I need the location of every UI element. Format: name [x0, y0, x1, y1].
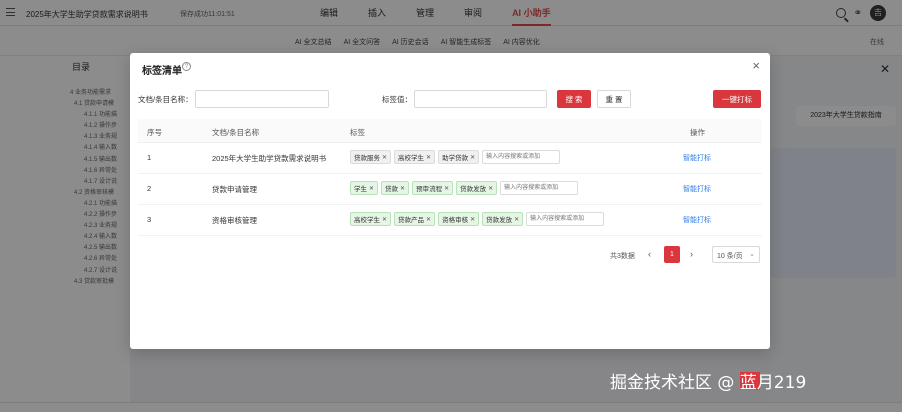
- tag-add-input[interactable]: [526, 212, 605, 226]
- smart-tag-link[interactable]: 智能打标: [683, 215, 711, 225]
- tag-list: 学生 ✕ 贷款 ✕ 预审流程 ✕ 贷款发放 ✕: [350, 181, 579, 195]
- tag-chip: 学生 ✕: [350, 181, 379, 195]
- remove-tag-icon[interactable]: ✕: [369, 185, 374, 192]
- remove-tag-icon[interactable]: ✕: [400, 185, 405, 192]
- tag-filter-input[interactable]: [414, 90, 547, 108]
- remove-tag-icon[interactable]: ✕: [514, 216, 519, 223]
- remove-tag-icon[interactable]: ✕: [382, 216, 387, 223]
- tag-chip: 高校学生 ✕: [350, 212, 392, 226]
- search-button[interactable]: 搜 索: [557, 90, 591, 108]
- tag-chip: 贷款发放 ✕: [456, 181, 498, 195]
- row-name: 2025年大学生助学贷款需求说明书: [212, 154, 327, 163]
- remove-tag-icon[interactable]: ✕: [382, 154, 387, 161]
- tag-label: 贷款发放: [486, 217, 513, 224]
- tag-chip: 预审流程 ✕: [412, 181, 454, 195]
- remove-tag-icon[interactable]: ✕: [426, 154, 431, 161]
- name-filter-label: 文档/条目名称：: [138, 95, 193, 104]
- reset-button[interactable]: 重 置: [597, 90, 631, 108]
- prev-page-icon[interactable]: ‹: [648, 249, 651, 259]
- table-row: 3资格审核管理高校学生✕贷款产品✕资格审核✕贷款发放✕智能打标: [138, 205, 762, 236]
- page-size-value: 10 条/页: [717, 253, 743, 260]
- tag-chip: 贷款发放 ✕: [482, 212, 524, 226]
- tag-chip: 贷款 ✕: [381, 181, 410, 195]
- next-page-icon[interactable]: ›: [690, 249, 693, 259]
- batch-tag-button[interactable]: 一键打标: [713, 90, 761, 108]
- help-icon[interactable]: ?: [182, 62, 191, 71]
- column-header: 序号: [147, 128, 162, 137]
- column-header: 标签: [350, 128, 365, 137]
- tag-chip: 贷款服务 ✕: [350, 150, 392, 164]
- tag-label: 高校学生: [398, 155, 425, 162]
- tag-table: 序号 文档/条目名称 标签 操作 1 2025年大学生助学贷款需求说明书 贷款服务 ✕…: [138, 119, 762, 236]
- pagination: 共3数据 ‹ 1 › 10 条/页 ⌄: [610, 246, 762, 264]
- tag-label: 学生: [354, 186, 367, 193]
- tag-chip: 高校学生 ✕: [394, 150, 436, 164]
- tag-label: 助学贷款: [442, 155, 469, 162]
- tag-label: 贷款服务: [354, 155, 380, 162]
- remove-tag-icon[interactable]: ✕: [470, 216, 475, 223]
- name-filter-input[interactable]: [195, 90, 329, 108]
- tag-add-input[interactable]: [482, 150, 561, 164]
- tag-chip: 助学贷款 ✕: [438, 150, 480, 164]
- tag-chip: 贷款产品 ✕: [394, 212, 436, 226]
- row-index: 2: [147, 184, 152, 193]
- close-icon[interactable]: ×: [752, 58, 760, 73]
- smart-tag-link[interactable]: 智能打标: [683, 184, 711, 194]
- smart-tag-link[interactable]: 智能打标: [683, 153, 711, 163]
- tag-list: 高校学生 ✕ 贷款产品 ✕ 资格审核 ✕ 贷款发放 ✕: [350, 212, 605, 226]
- watermark: 掘金技术社区 @ 蓝月219: [610, 373, 807, 393]
- filter-bar: 文档/条目名称： 标签值： 搜 索 重 置 一键打标: [138, 90, 762, 110]
- tag-filter-label: 标签值：: [382, 95, 412, 104]
- total-count: 共3数据: [610, 253, 635, 260]
- tag-label: 预审流程: [416, 186, 443, 193]
- tag-label: 贷款产品: [398, 217, 425, 224]
- row-name: 贷款申请管理: [212, 185, 257, 194]
- table-row: 12025年大学生助学贷款需求说明书贷款服务✕高校学生✕助学贷款✕智能打标: [138, 143, 762, 174]
- table-row: 2贷款申请管理学生✕贷款✕预审流程✕贷款发放✕智能打标: [138, 174, 762, 205]
- tag-list-dialog: 标签清单 ? × 文档/条目名称： 标签值： 搜 索 重 置 一键打标 序号 文…: [130, 53, 770, 349]
- row-name: 资格审核管理: [212, 216, 257, 225]
- page-size-select[interactable]: 10 条/页 ⌄: [712, 246, 760, 263]
- remove-tag-icon[interactable]: ✕: [488, 185, 493, 192]
- page-button[interactable]: 1: [664, 246, 680, 263]
- tag-label: 贷款: [385, 186, 399, 193]
- dialog-title: 标签清单: [142, 66, 182, 77]
- tag-label: 高校学生: [354, 217, 380, 224]
- tag-label: 贷款发放: [460, 186, 487, 193]
- tag-list: 贷款服务 ✕ 高校学生 ✕ 助学贷款 ✕: [350, 150, 561, 164]
- chevron-down-icon: ⌄: [749, 251, 755, 258]
- remove-tag-icon[interactable]: ✕: [426, 216, 431, 223]
- table-header: 序号 文档/条目名称 标签 操作: [138, 119, 762, 143]
- remove-tag-icon[interactable]: ✕: [470, 154, 475, 161]
- row-index: 3: [147, 215, 152, 224]
- tag-label: 资格审核: [442, 217, 469, 224]
- row-index: 1: [147, 153, 152, 162]
- tag-chip: 资格审核 ✕: [438, 212, 480, 226]
- column-header: 操作: [690, 128, 705, 137]
- column-header: 文档/条目名称: [212, 128, 260, 137]
- tag-add-input[interactable]: [500, 181, 579, 195]
- remove-tag-icon[interactable]: ✕: [444, 185, 449, 192]
